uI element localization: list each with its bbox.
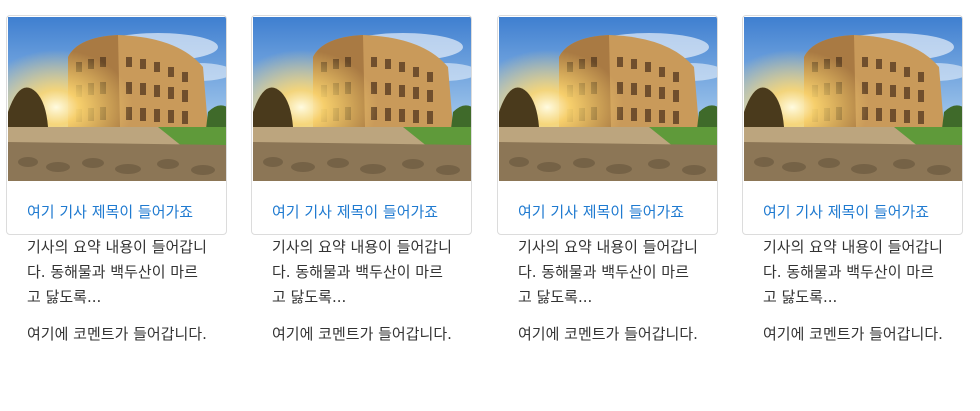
- article-card-grid: 여기 기사 제목이 들어가죠 기사의 요약 내용이 들어갑니다. 동해물과 백두…: [0, 0, 980, 411]
- article-summary: 기사의 요약 내용이 들어갑니다. 동해물과 백두산이 마르고 닳도록...: [27, 238, 207, 306]
- article-summary: 기사의 요약 내용이 들어갑니다. 동해물과 백두산이 마르고 닳도록...: [518, 238, 698, 306]
- article-summary: 기사의 요약 내용이 들어갑니다. 동해물과 백두산이 마르고 닳도록...: [272, 238, 452, 306]
- article-title-link[interactable]: 여기 기사 제목이 들어가죠: [27, 201, 207, 224]
- colosseum-photo[interactable]: [499, 17, 717, 181]
- article-comment: 여기에 코멘트가 들어갑니다.: [272, 325, 452, 343]
- article-title-link[interactable]: 여기 기사 제목이 들어가죠: [272, 201, 452, 224]
- article-comment: 여기에 코멘트가 들어갑니다.: [27, 325, 207, 343]
- card-content: 여기 기사 제목이 들어가죠 기사의 요약 내용이 들어갑니다. 동해물과 백두…: [763, 201, 943, 347]
- article-title-link[interactable]: 여기 기사 제목이 들어가죠: [763, 201, 943, 224]
- card-content: 여기 기사 제목이 들어가죠 기사의 요약 내용이 들어갑니다. 동해물과 백두…: [272, 201, 452, 347]
- card-content: 여기 기사 제목이 들어가죠 기사의 요약 내용이 들어갑니다. 동해물과 백두…: [518, 201, 698, 347]
- colosseum-photo[interactable]: [744, 17, 962, 181]
- article-title-link[interactable]: 여기 기사 제목이 들어가죠: [518, 201, 698, 224]
- colosseum-photo[interactable]: [253, 17, 471, 181]
- colosseum-photo[interactable]: [8, 17, 226, 181]
- article-comment: 여기에 코멘트가 들어갑니다.: [763, 325, 943, 343]
- article-summary: 기사의 요약 내용이 들어갑니다. 동해물과 백두산이 마르고 닳도록...: [763, 238, 943, 306]
- card-content: 여기 기사 제목이 들어가죠 기사의 요약 내용이 들어갑니다. 동해물과 백두…: [27, 201, 207, 347]
- article-comment: 여기에 코멘트가 들어갑니다.: [518, 325, 698, 343]
